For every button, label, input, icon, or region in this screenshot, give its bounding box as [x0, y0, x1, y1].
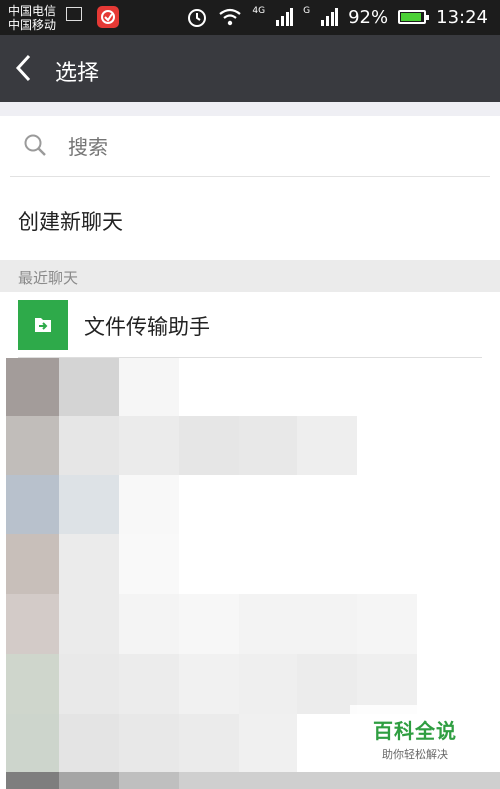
alarm-icon — [188, 9, 207, 27]
recent-chats-label: 最近聊天 — [18, 269, 79, 287]
chevron-left-icon[interactable] — [14, 53, 34, 89]
list-item-label: 文件传输助手 — [84, 315, 210, 339]
search-icon — [24, 134, 46, 156]
recent-chats-header: 最近聊天 — [0, 260, 500, 292]
status-bar: 中国电信 中国移动 4G G 92% 13:24 — [0, 0, 500, 35]
wifi-icon — [219, 8, 242, 26]
watermark-subtitle: 助你轻松解决 — [382, 748, 448, 761]
watermark-title: 百科全说 — [373, 719, 457, 743]
search-bar[interactable] — [10, 116, 490, 177]
gallery-icon — [66, 7, 82, 21]
page-title: 选择 — [55, 61, 100, 86]
file-transfer-icon — [18, 300, 68, 350]
nav-bar: 选择 — [0, 35, 500, 102]
signal-icon — [276, 8, 294, 26]
list-item[interactable]: 文件传输助手 — [0, 292, 500, 358]
network-label-2: G — [303, 6, 311, 16]
create-new-chat-button[interactable]: 创建新聊天 — [18, 206, 123, 236]
search-input[interactable] — [66, 128, 450, 166]
carrier-1: 中国电信 — [8, 4, 57, 18]
app-notification-icon — [97, 6, 119, 28]
carrier-names: 中国电信 中国移动 — [8, 4, 56, 32]
network-label-1: 4G — [252, 6, 266, 16]
battery-icon — [398, 10, 430, 24]
status-right: 4G G 92% 13:24 — [186, 6, 488, 28]
signal-icon — [321, 8, 339, 26]
clock-time: 13:24 — [436, 6, 488, 28]
watermark: 百科全说 助你轻松解决 — [350, 705, 480, 765]
carrier-2: 中国移动 — [8, 18, 57, 32]
section-gap — [0, 102, 500, 116]
battery-percent: 92% — [348, 6, 389, 28]
battery-level — [401, 13, 422, 21]
